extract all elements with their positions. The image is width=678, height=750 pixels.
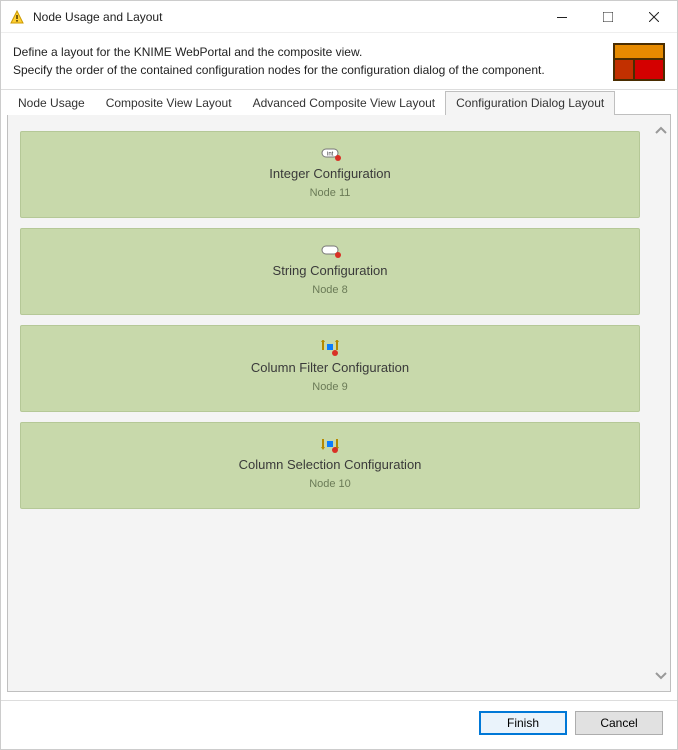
dialog-description: Define a layout for the KNIME WebPortal … [13, 43, 601, 79]
layout-banner-icon [613, 43, 665, 81]
integer-config-icon: int [319, 146, 341, 162]
list-item[interactable]: String Configuration Node 8 [20, 228, 640, 315]
node-card-list: int Integer Configuration Node 11 String… [8, 115, 652, 691]
tab-composite-view-layout[interactable]: Composite View Layout [95, 91, 243, 115]
node-id: Node 11 [310, 187, 351, 199]
node-title: Column Filter Configuration [251, 360, 409, 375]
column-selection-config-icon [319, 437, 341, 453]
scroll-down-icon[interactable] [655, 669, 667, 683]
list-item[interactable]: Column Selection Configuration Node 10 [20, 422, 640, 509]
tab-configuration-dialog-layout[interactable]: Configuration Dialog Layout [445, 91, 615, 115]
node-title: String Configuration [273, 263, 388, 278]
tab-panel-configuration-dialog-layout: int Integer Configuration Node 11 String… [7, 114, 671, 692]
description-line-1: Define a layout for the KNIME WebPortal … [13, 43, 601, 61]
column-filter-config-icon [319, 340, 341, 356]
tab-bar: Node Usage Composite View Layout Advance… [1, 90, 677, 114]
description-line-2: Specify the order of the contained confi… [13, 61, 601, 79]
list-item[interactable]: int Integer Configuration Node 11 [20, 131, 640, 218]
dialog-header: Define a layout for the KNIME WebPortal … [1, 33, 677, 89]
scroll-up-icon[interactable] [655, 123, 667, 137]
string-config-icon [319, 243, 341, 259]
node-id: Node 10 [309, 478, 351, 490]
node-title: Column Selection Configuration [239, 457, 422, 472]
close-button[interactable] [631, 1, 677, 33]
window-controls [539, 1, 677, 33]
node-title: Integer Configuration [269, 166, 390, 181]
cancel-button[interactable]: Cancel [575, 711, 663, 735]
finish-button[interactable]: Finish [479, 711, 567, 735]
window-title: Node Usage and Layout [33, 10, 539, 24]
node-id: Node 9 [312, 381, 347, 393]
tab-node-usage[interactable]: Node Usage [7, 91, 96, 115]
warning-triangle-icon [9, 9, 25, 25]
titlebar: Node Usage and Layout [1, 1, 677, 33]
scrollbar[interactable] [652, 115, 670, 691]
maximize-button[interactable] [585, 1, 631, 33]
list-item[interactable]: Column Filter Configuration Node 9 [20, 325, 640, 412]
button-bar: Finish Cancel [1, 700, 677, 749]
node-id: Node 8 [312, 284, 347, 296]
svg-text:int: int [327, 152, 334, 158]
tab-advanced-composite-view-layout[interactable]: Advanced Composite View Layout [242, 91, 447, 115]
minimize-button[interactable] [539, 1, 585, 33]
